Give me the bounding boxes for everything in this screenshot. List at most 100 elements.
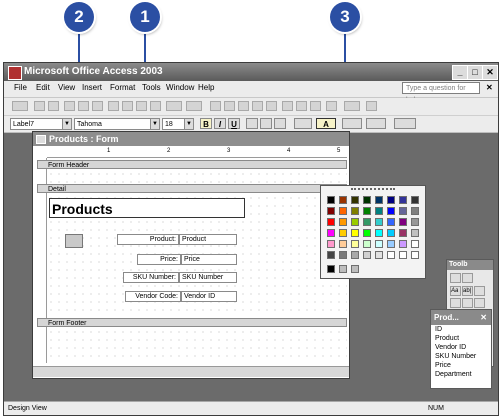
menu-tools[interactable]: Tools (142, 83, 161, 92)
redo-icon[interactable] (186, 101, 202, 111)
menu-view[interactable]: View (58, 83, 75, 92)
underline-button[interactable]: U (228, 118, 240, 129)
custom-color-swatch[interactable] (339, 265, 347, 273)
align-center-icon[interactable] (260, 118, 272, 129)
help-icon[interactable] (366, 101, 377, 111)
color-swatch[interactable] (363, 218, 371, 226)
color-swatch[interactable] (399, 240, 407, 248)
line-width-icon[interactable] (366, 118, 386, 129)
textbox-tool-icon[interactable]: ab| (462, 286, 473, 296)
font-color-button[interactable]: A (316, 118, 336, 129)
sku-number-label[interactable]: SKU Number: (123, 272, 179, 283)
command-button[interactable] (65, 234, 83, 248)
color-swatch[interactable] (375, 229, 383, 237)
properties-icon[interactable] (282, 101, 293, 111)
cut-icon[interactable] (108, 101, 119, 111)
color-swatch[interactable] (351, 218, 359, 226)
menu-window[interactable]: Window (166, 83, 194, 92)
italic-button[interactable]: I (214, 118, 226, 129)
close-button[interactable]: ✕ (482, 65, 498, 80)
color-swatch[interactable] (327, 207, 335, 215)
save-icon[interactable] (34, 101, 45, 111)
hyperlink-icon[interactable] (210, 101, 221, 111)
color-swatch[interactable] (411, 218, 419, 226)
palette-drag-handle[interactable] (351, 188, 395, 193)
search-icon[interactable] (48, 101, 59, 111)
color-swatch[interactable] (387, 207, 395, 215)
products-heading-label[interactable]: Products (49, 198, 245, 218)
align-right-icon[interactable] (274, 118, 286, 129)
maximize-button[interactable]: □ (467, 65, 483, 80)
autoformat-icon[interactable] (252, 101, 263, 111)
color-swatch[interactable] (363, 240, 371, 248)
color-swatch[interactable] (351, 196, 359, 204)
fill-color-icon[interactable] (294, 118, 312, 129)
format-painter-icon[interactable] (150, 101, 161, 111)
price-textbox[interactable]: Price (181, 254, 237, 265)
color-swatch[interactable] (399, 229, 407, 237)
sku-number-textbox[interactable]: SKU Number (179, 272, 237, 283)
toggle-button-icon[interactable] (450, 298, 461, 308)
detail-bar[interactable]: Detail (37, 184, 347, 193)
color-swatch[interactable] (387, 229, 395, 237)
control-wizards-icon[interactable] (462, 273, 473, 283)
color-swatch[interactable] (327, 196, 335, 204)
menu-edit[interactable]: Edit (36, 83, 50, 92)
color-swatch[interactable] (363, 229, 371, 237)
color-swatch[interactable] (339, 218, 347, 226)
label-tool-icon[interactable]: Aa (450, 286, 461, 296)
new-object-icon[interactable] (326, 101, 337, 111)
menu-insert[interactable]: Insert (82, 83, 102, 92)
color-swatch[interactable] (411, 196, 419, 204)
gray-swatch[interactable] (327, 251, 335, 259)
color-swatch[interactable] (339, 207, 347, 215)
horizontal-scrollbar[interactable] (33, 366, 349, 377)
field-item[interactable]: Product (431, 334, 491, 343)
color-swatch[interactable] (411, 229, 419, 237)
close-icon[interactable]: ✕ (480, 310, 487, 325)
gray-swatch[interactable] (339, 251, 347, 259)
color-swatch[interactable] (363, 207, 371, 215)
gray-swatch[interactable] (363, 251, 371, 259)
object-combo[interactable]: Label7 ▼ (10, 118, 72, 130)
menu-format[interactable]: Format (110, 83, 135, 92)
help-search-input[interactable]: Type a question for help (402, 82, 480, 104)
custom-color-swatch[interactable] (327, 265, 335, 273)
code-icon[interactable] (266, 101, 277, 111)
view-icon[interactable] (12, 101, 28, 111)
field-list-icon[interactable] (224, 101, 235, 111)
select-objects-icon[interactable] (450, 273, 461, 283)
spelling-icon[interactable] (92, 101, 103, 111)
gray-swatch[interactable] (375, 251, 383, 259)
copy-icon[interactable] (122, 101, 133, 111)
color-swatch[interactable] (351, 240, 359, 248)
form-header-bar[interactable]: Form Header (37, 160, 347, 169)
font-name-combo[interactable]: Tahoma ▼ (74, 118, 160, 130)
color-swatch[interactable] (351, 229, 359, 237)
product-textbox[interactable]: Product (179, 234, 237, 245)
special-effect-icon[interactable] (394, 118, 416, 129)
color-swatch[interactable] (327, 240, 335, 248)
field-item[interactable]: Department (431, 370, 491, 379)
color-swatch[interactable] (375, 240, 383, 248)
database-window-icon[interactable] (310, 101, 321, 111)
product-label[interactable]: Product: (117, 234, 179, 245)
option-group-icon[interactable] (474, 286, 485, 296)
color-swatch[interactable] (411, 240, 419, 248)
color-swatch[interactable] (375, 196, 383, 204)
gray-swatch[interactable] (411, 251, 419, 259)
font-size-combo[interactable]: 18 ▼ (162, 118, 194, 130)
toolbox-icon[interactable] (238, 101, 249, 111)
menu-help[interactable]: Help (198, 83, 214, 92)
field-item[interactable]: Vendor ID (431, 343, 491, 352)
gray-swatch[interactable] (399, 251, 407, 259)
option-button-icon[interactable] (462, 298, 473, 308)
field-item[interactable]: Price (431, 361, 491, 370)
color-swatch[interactable] (327, 229, 335, 237)
vendor-code-label[interactable]: Vendor Code: (125, 291, 181, 302)
color-swatch[interactable] (339, 196, 347, 204)
field-item[interactable]: ID (431, 325, 491, 334)
new-object-dropdown-icon[interactable] (344, 101, 360, 111)
color-swatch[interactable] (375, 207, 383, 215)
bold-button[interactable]: B (200, 118, 212, 129)
